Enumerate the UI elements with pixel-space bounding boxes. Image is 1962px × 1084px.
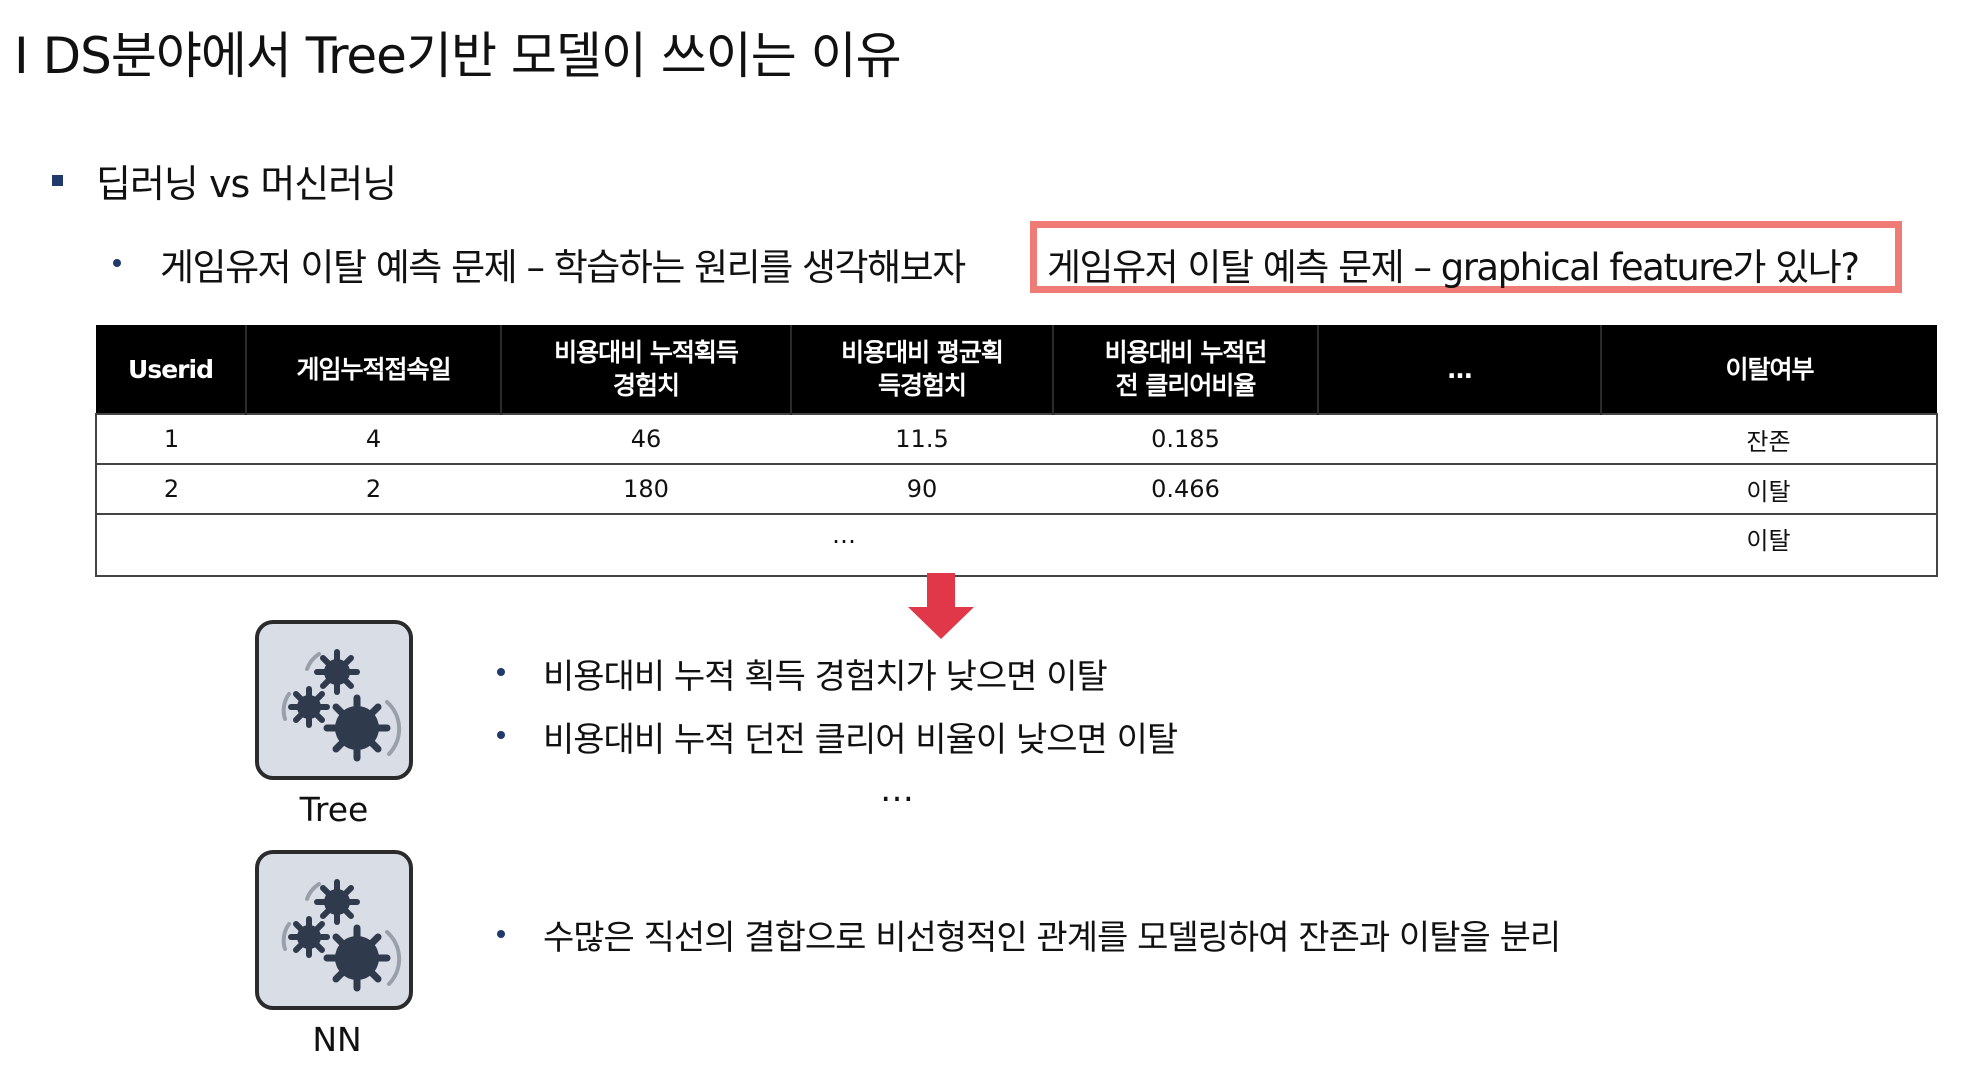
- cell-cum-exp: 46: [501, 413, 791, 465]
- bullet-dot-icon: [113, 259, 121, 267]
- cell-churn: 잔존: [1601, 413, 1938, 465]
- header-cum-exp: 비용대비 누적획득 경험치: [500, 325, 791, 414]
- cell-userid: 2: [95, 464, 246, 515]
- highlight-text: 게임유저 이탈 예측 문제 – graphical feature가 있나?: [1047, 246, 1860, 289]
- header-access-days: 게임누적접속일: [245, 325, 501, 414]
- bullet-churn-problem: 게임유저 이탈 예측 문제 – 학습하는 원리를 생각해보자: [160, 246, 966, 289]
- nn-model-card: [255, 850, 413, 1010]
- cell-avg-exp: 90: [791, 464, 1053, 515]
- header-dungeon-clear: 비용대비 누적던 전 클리어비율: [1052, 325, 1318, 414]
- header-ellipsis: …: [1317, 325, 1601, 414]
- header-avg-exp: 비용대비 평균획 득경험치: [790, 325, 1053, 414]
- cell-churn: 이탈: [1601, 514, 1938, 577]
- nn-point: 수많은 직선의 결합으로 비선형적인 관계를 모델링하여 잔존과 이탈을 분리: [543, 918, 1561, 958]
- bullet-dot-icon: [497, 930, 505, 938]
- tree-label: Tree: [299, 790, 369, 829]
- cell-access-days: 2: [246, 464, 501, 515]
- churn-data-table: Userid 게임누적접속일 비용대비 누적획득 경험치 비용대비 평균획 득경험치…: [95, 325, 1938, 577]
- ellipsis-cell: …: [832, 521, 856, 549]
- tree-point-2: 비용대비 누적 던전 클리어 비율이 낮으면 이탈: [543, 720, 1178, 760]
- gears-icon: [281, 649, 402, 762]
- cell-cum-exp: 180: [501, 464, 791, 515]
- header-churn: 이탈여부: [1600, 325, 1937, 414]
- table-header-row: Userid 게임누적접속일 비용대비 누적획득 경험치 비용대비 평균획 득경험치…: [96, 325, 1937, 414]
- table-row: 1 4 46 11.5 0.185 잔존: [95, 413, 1938, 465]
- gears-icon: [281, 879, 402, 992]
- bullet-dot-icon: [497, 668, 505, 676]
- cell-access-days: 4: [246, 413, 501, 465]
- table-row: 2 2 180 90 0.466 이탈: [95, 464, 1938, 515]
- table-row-ellipsis: … 이탈: [95, 514, 1938, 577]
- cell-churn: 이탈: [1601, 464, 1938, 515]
- bullet-deeplearning-vs-ml: 딥러닝 vs 머신러닝: [96, 162, 397, 206]
- header-userid: Userid: [96, 325, 246, 414]
- cell-dungeon-clear: 0.466: [1053, 464, 1318, 515]
- down-arrow-icon: [908, 573, 974, 639]
- tree-points-ellipsis: …: [880, 770, 914, 810]
- cell-dungeon-clear: 0.185: [1053, 413, 1318, 465]
- page-title: I DS분야에서 Tree기반 모델이 쓰이는 이유: [14, 27, 902, 85]
- tree-point-1: 비용대비 누적 획득 경험치가 낮으면 이탈: [543, 657, 1108, 697]
- cell-ellipsis: [1318, 413, 1601, 465]
- bullet-dot-icon: [497, 731, 505, 739]
- highlight-box: 게임유저 이탈 예측 문제 – graphical feature가 있나?: [1030, 221, 1902, 293]
- tree-model-card: [255, 620, 413, 780]
- cell-avg-exp: 11.5: [791, 413, 1053, 465]
- cell-ellipsis: [1318, 464, 1601, 515]
- bullet-square-icon: [52, 175, 63, 186]
- nn-label: NN: [312, 1020, 362, 1059]
- cell-userid: 1: [95, 413, 246, 465]
